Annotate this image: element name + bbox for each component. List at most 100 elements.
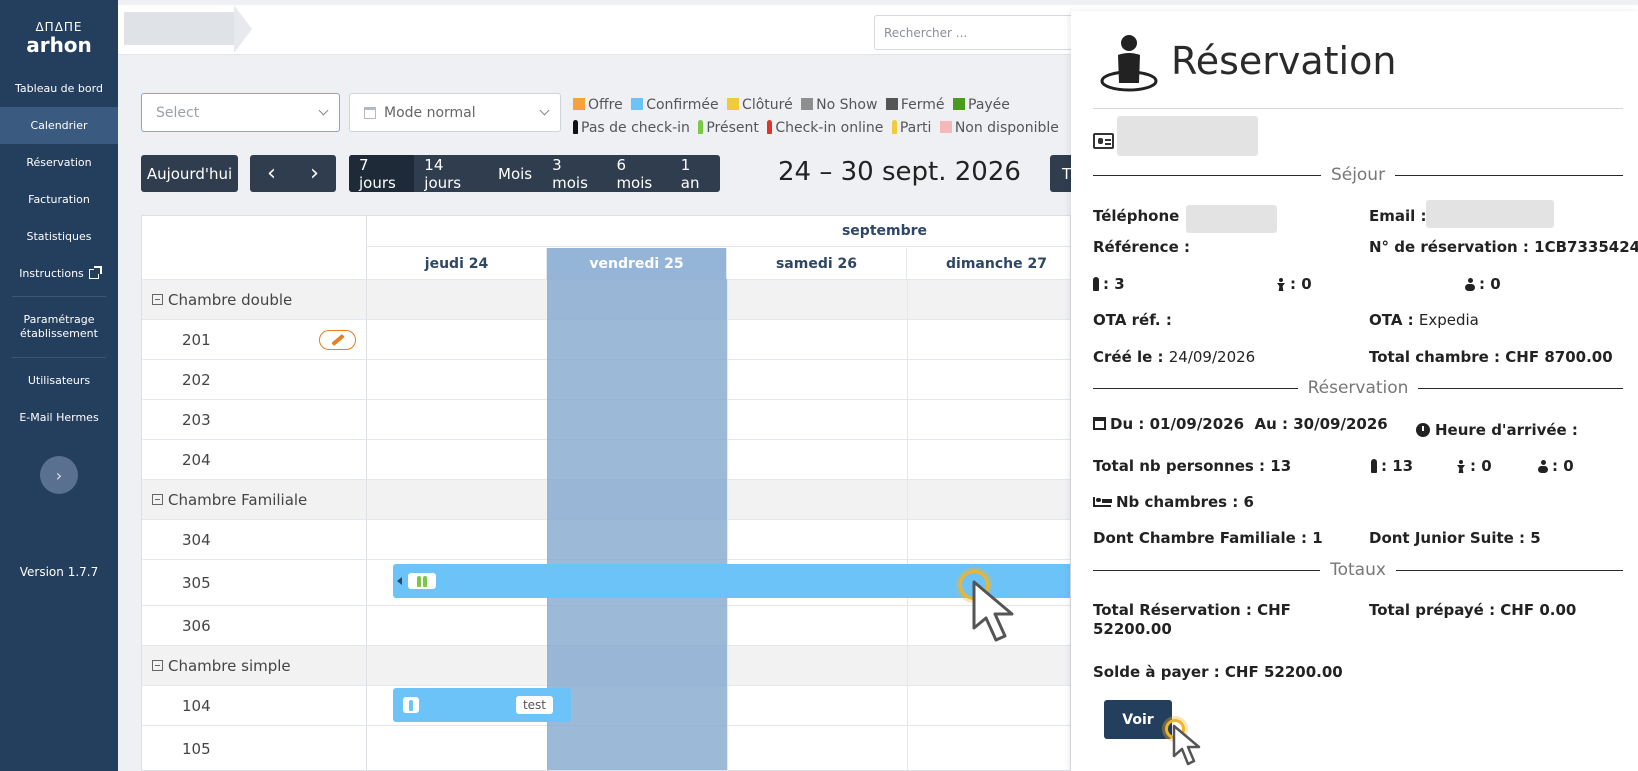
room-label: 104 <box>142 686 367 725</box>
room-group-label[interactable]: Chambre double <box>142 280 367 319</box>
sidebar-collapse-button[interactable]: › <box>40 456 78 494</box>
day-header[interactable]: dimanche 27 <box>907 248 1070 279</box>
legend-payee: Payée <box>953 97 1010 113</box>
field-value: : 3 <box>1103 275 1125 293</box>
section-title: Totaux <box>1330 560 1386 580</box>
range-mois[interactable]: Mois <box>488 155 542 192</box>
group-label-text: Chambre simple <box>168 656 291 675</box>
breadcrumb-arrow <box>234 5 252 53</box>
divider <box>1395 569 1624 571</box>
range-3-mois[interactable]: 3 mois <box>542 155 606 192</box>
day-header-today[interactable]: vendredi 25 <box>547 248 727 279</box>
clock-icon <box>1416 423 1430 437</box>
logo-mark: ΔΠΔΠΕ <box>35 20 83 34</box>
legend-present: Présent <box>698 120 759 136</box>
legend-no-show: No Show <box>801 97 877 113</box>
section-title: Séjour <box>1330 165 1386 185</box>
id-card-icon <box>1093 133 1114 149</box>
legend-row-checkin: Pas de check-in Présent Check-in online … <box>573 117 1063 140</box>
field-value: 30/09/2026 <box>1293 415 1388 433</box>
collapse-icon[interactable] <box>152 294 163 305</box>
res-adults-count: : 13 <box>1371 457 1413 475</box>
field-value: 6 <box>1243 493 1254 511</box>
voir-button[interactable]: Voir <box>1104 700 1172 739</box>
broom-icon <box>330 333 345 347</box>
prev-button[interactable]: ‹ <box>267 161 276 186</box>
version-label: Version 1.7.7 <box>19 565 99 579</box>
day-header[interactable]: jeudi 24 <box>367 248 547 279</box>
legend-cloture: Clôturé <box>727 97 793 113</box>
property-select[interactable]: Select <box>141 93 340 132</box>
arrival-time-field: Heure d'arrivée : <box>1416 421 1578 439</box>
range-14-jours[interactable]: 14 jours <box>414 155 488 192</box>
mode-select[interactable]: Mode normal <box>349 93 561 132</box>
collapse-icon[interactable] <box>152 494 163 505</box>
reservation-number: N° de réservation : 1CB7335424 <box>1369 238 1638 256</box>
sidebar-item-utilisateurs[interactable]: Utilisateurs <box>0 362 118 399</box>
legend-label: Payée <box>968 97 1010 113</box>
legend-non-disponible: Non disponible <box>939 120 1059 136</box>
search-input[interactable]: Rechercher ... <box>874 15 1074 50</box>
sidebar-item-facturation[interactable]: Facturation <box>0 181 118 218</box>
field-value: 01/09/2026 <box>1149 415 1245 433</box>
telephone-label: Téléphone : <box>1093 207 1191 225</box>
reservation-bar[interactable]: test <box>393 688 571 722</box>
divider <box>1093 108 1623 109</box>
collapse-icon[interactable] <box>152 660 163 671</box>
group-label-text: Chambre Familiale <box>168 490 308 509</box>
day-header[interactable]: samedi 26 <box>727 248 907 279</box>
sidebar-item-statistiques[interactable]: Statistiques <box>0 218 118 255</box>
adults-count: : 3 <box>1093 275 1125 293</box>
section-title: Réservation <box>1307 378 1409 398</box>
field-value: 13 <box>1270 457 1292 475</box>
range-1-an[interactable]: 1 an <box>671 155 720 192</box>
next-button[interactable]: › <box>310 161 319 186</box>
chevron-right-icon: › <box>55 465 63 485</box>
range-7-jours[interactable]: 7 jours <box>349 155 415 192</box>
logo[interactable]: ΔΠΔΠΕ arhon <box>0 0 118 70</box>
room-group-label[interactable]: Chambre Familiale <box>142 480 367 519</box>
cleaning-badge[interactable] <box>319 330 356 350</box>
today-button[interactable]: Aujourd'hui <box>141 155 238 192</box>
baby-icon <box>1465 278 1475 291</box>
person-icon <box>423 575 427 587</box>
adult-icon <box>1371 459 1377 473</box>
sidebar-item-instructions[interactable]: Instructions <box>0 255 118 292</box>
legend-confirmee: Confirmée <box>631 97 719 113</box>
room-label: 105 <box>142 726 367 770</box>
legend-swatch <box>953 98 965 110</box>
sidebar-item-reservation[interactable]: Réservation <box>0 144 118 181</box>
range-6-mois[interactable]: 6 mois <box>606 155 670 192</box>
room-label: 304 <box>142 520 367 559</box>
room-label: 202 <box>142 360 367 399</box>
reservation-person-icon <box>1100 35 1158 92</box>
select-placeholder: Select <box>156 104 200 121</box>
legend-label: Pas de check-in <box>581 120 690 136</box>
legend-swatch <box>573 98 585 110</box>
today-column <box>547 279 727 770</box>
divider <box>1418 387 1624 389</box>
solde-field: Solde à payer : CHF 52200.00 <box>1093 663 1343 681</box>
cursor-arrow-icon <box>972 580 1014 642</box>
sidebar-item-email-hermes[interactable]: E-Mail Hermes <box>0 399 118 436</box>
field-label: Heure d'arrivée : <box>1435 421 1578 439</box>
sidebar-item-parametrage[interactable]: Paramétrage établissement <box>0 301 118 353</box>
room-label: 306 <box>142 606 367 645</box>
breadcrumb[interactable] <box>124 12 234 45</box>
sidebar-item-tableau-de-bord[interactable]: Tableau de bord <box>0 70 118 107</box>
field-label: Du : <box>1110 415 1145 433</box>
legend-label: No Show <box>816 97 878 113</box>
field-label: N° de réservation : <box>1369 238 1529 256</box>
field-label: Créé le : <box>1093 348 1164 366</box>
sidebar-item-calendrier[interactable]: Calendrier <box>0 107 118 144</box>
person-icon <box>891 120 897 134</box>
legend-label: Parti <box>899 120 932 136</box>
grid-header-corner <box>142 216 367 279</box>
field-value: 1CB7335424 <box>1534 238 1638 256</box>
babies-count: : 0 <box>1465 275 1501 293</box>
person-icon <box>767 120 773 134</box>
dont-junior: Dont Junior Suite : 5 <box>1369 529 1541 547</box>
room-label: 204 <box>142 440 367 479</box>
room-group-label[interactable]: Chambre simple <box>142 646 367 685</box>
legend-label: Confirmée <box>646 97 719 113</box>
